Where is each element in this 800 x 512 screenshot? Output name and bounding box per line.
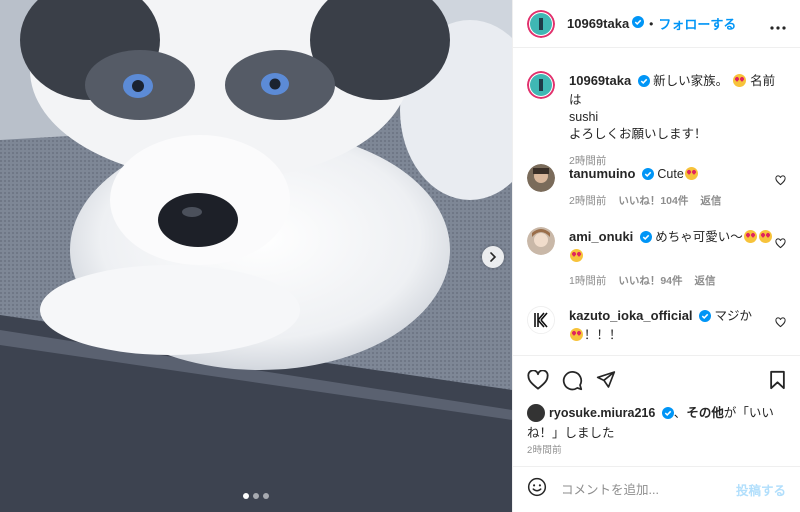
comment-icon[interactable] [562, 370, 583, 396]
author-avatar[interactable] [527, 9, 555, 38]
heart-eyes-emoji-icon [732, 74, 746, 87]
heart-eyes-emoji-icon [570, 328, 583, 341]
avatar-image [527, 71, 555, 99]
liker-avatar[interactable] [527, 404, 545, 422]
carousel-dots [243, 493, 269, 499]
caption-text: sushi [569, 110, 599, 124]
share-icon[interactable] [596, 370, 616, 394]
avatar-image [527, 9, 555, 38]
comment-text: ！！！ [584, 328, 622, 342]
avatar-image [527, 227, 555, 255]
add-comment-bar: 投稿する [513, 466, 800, 512]
liker-username[interactable]: ryosuke.miura216 [549, 406, 655, 420]
comment-username[interactable]: ami_onuki [569, 229, 633, 244]
chevron-right-icon [490, 252, 497, 262]
verified-badge-icon [699, 310, 712, 327]
comment-text: Cute [657, 167, 684, 181]
heart-icon[interactable] [527, 369, 549, 395]
post-side-panel: 10969taka • フォローする 10969taka 新しい家族。 名前は … [512, 0, 800, 512]
comments-list: 10969taka 新しい家族。 名前は sushi よろしくお願いします！ 2… [513, 48, 800, 354]
verified-badge-icon [641, 168, 654, 185]
reply-button[interactable]: 返信 [700, 193, 721, 210]
caption-text: よろしくお願いします！ [569, 127, 707, 141]
more-options-icon[interactable] [770, 17, 786, 35]
reply-button[interactable]: 返信 [695, 273, 716, 290]
comment-input[interactable] [559, 481, 736, 498]
post-header: 10969taka • フォローする [513, 0, 800, 48]
next-image-button[interactable] [482, 246, 504, 268]
verified-badge-icon [632, 15, 645, 33]
likes-summary: ryosuke.miura216 、その他が「いいね！」しました [527, 404, 786, 442]
comment-likes-count[interactable]: いいね！94件 [618, 273, 682, 290]
emoji-icon[interactable] [527, 477, 547, 502]
comment-like-heart-icon[interactable] [775, 173, 786, 191]
likes-others-link[interactable]: その他 [686, 406, 724, 420]
comment-like-heart-icon[interactable] [775, 236, 786, 254]
separator-dot: • [649, 16, 654, 31]
comment-time: 2時間前 [569, 195, 607, 207]
heart-eyes-emoji-icon [570, 249, 583, 262]
post-comment-button[interactable]: 投稿する [736, 480, 786, 499]
comment-item: kazuto_ioka_official マジか ！！！ [527, 306, 786, 344]
author-username[interactable]: 10969taka [567, 16, 629, 31]
post-actions-bar [513, 355, 800, 404]
commenter-avatar[interactable] [527, 227, 555, 255]
puppy-photo [0, 0, 512, 512]
comment-item: ami_onuki めちゃ可愛い〜 1時間前 いいね！94件 返信 [527, 227, 786, 290]
caption-item: 10969taka 新しい家族。 名前は sushi よろしくお願いします！ 2… [527, 71, 786, 170]
comment-username[interactable]: kazuto_ioka_official [569, 308, 693, 323]
post-photo [0, 0, 512, 512]
carousel-dot [243, 493, 249, 499]
verified-badge-icon [639, 231, 652, 248]
caption-text: 新しい家族。 [653, 74, 729, 88]
caption-username[interactable]: 10969taka [569, 73, 631, 88]
comment-item: tanumuino Cute 2時間前 いいね！104件 返信 [527, 164, 786, 210]
follow-button[interactable]: フォローする [658, 14, 736, 33]
bookmark-icon[interactable] [769, 370, 786, 395]
post-timestamp[interactable]: 2時間前 [527, 442, 562, 456]
likes-separator: 、 [673, 406, 687, 420]
comment-text: マジか [714, 309, 753, 323]
verified-badge-icon [637, 75, 650, 92]
heart-eyes-emoji-icon [743, 230, 757, 243]
avatar-image [527, 164, 555, 192]
comment-likes-count[interactable]: いいね！104件 [618, 193, 688, 210]
comment-like-heart-icon[interactable] [775, 315, 786, 333]
commenter-avatar[interactable] [527, 306, 555, 334]
carousel-dot [263, 493, 269, 499]
author-avatar[interactable] [527, 71, 555, 99]
carousel-dot [253, 493, 259, 499]
heart-eyes-emoji-icon [684, 167, 698, 180]
comment-text: めちゃ可愛い〜 [655, 230, 743, 244]
avatar-image [528, 307, 554, 333]
verified-badge-icon [661, 406, 674, 424]
comment-time: 1時間前 [569, 275, 607, 287]
heart-eyes-emoji-icon [758, 230, 772, 243]
commenter-avatar[interactable] [527, 164, 555, 192]
comment-username[interactable]: tanumuino [569, 166, 635, 181]
